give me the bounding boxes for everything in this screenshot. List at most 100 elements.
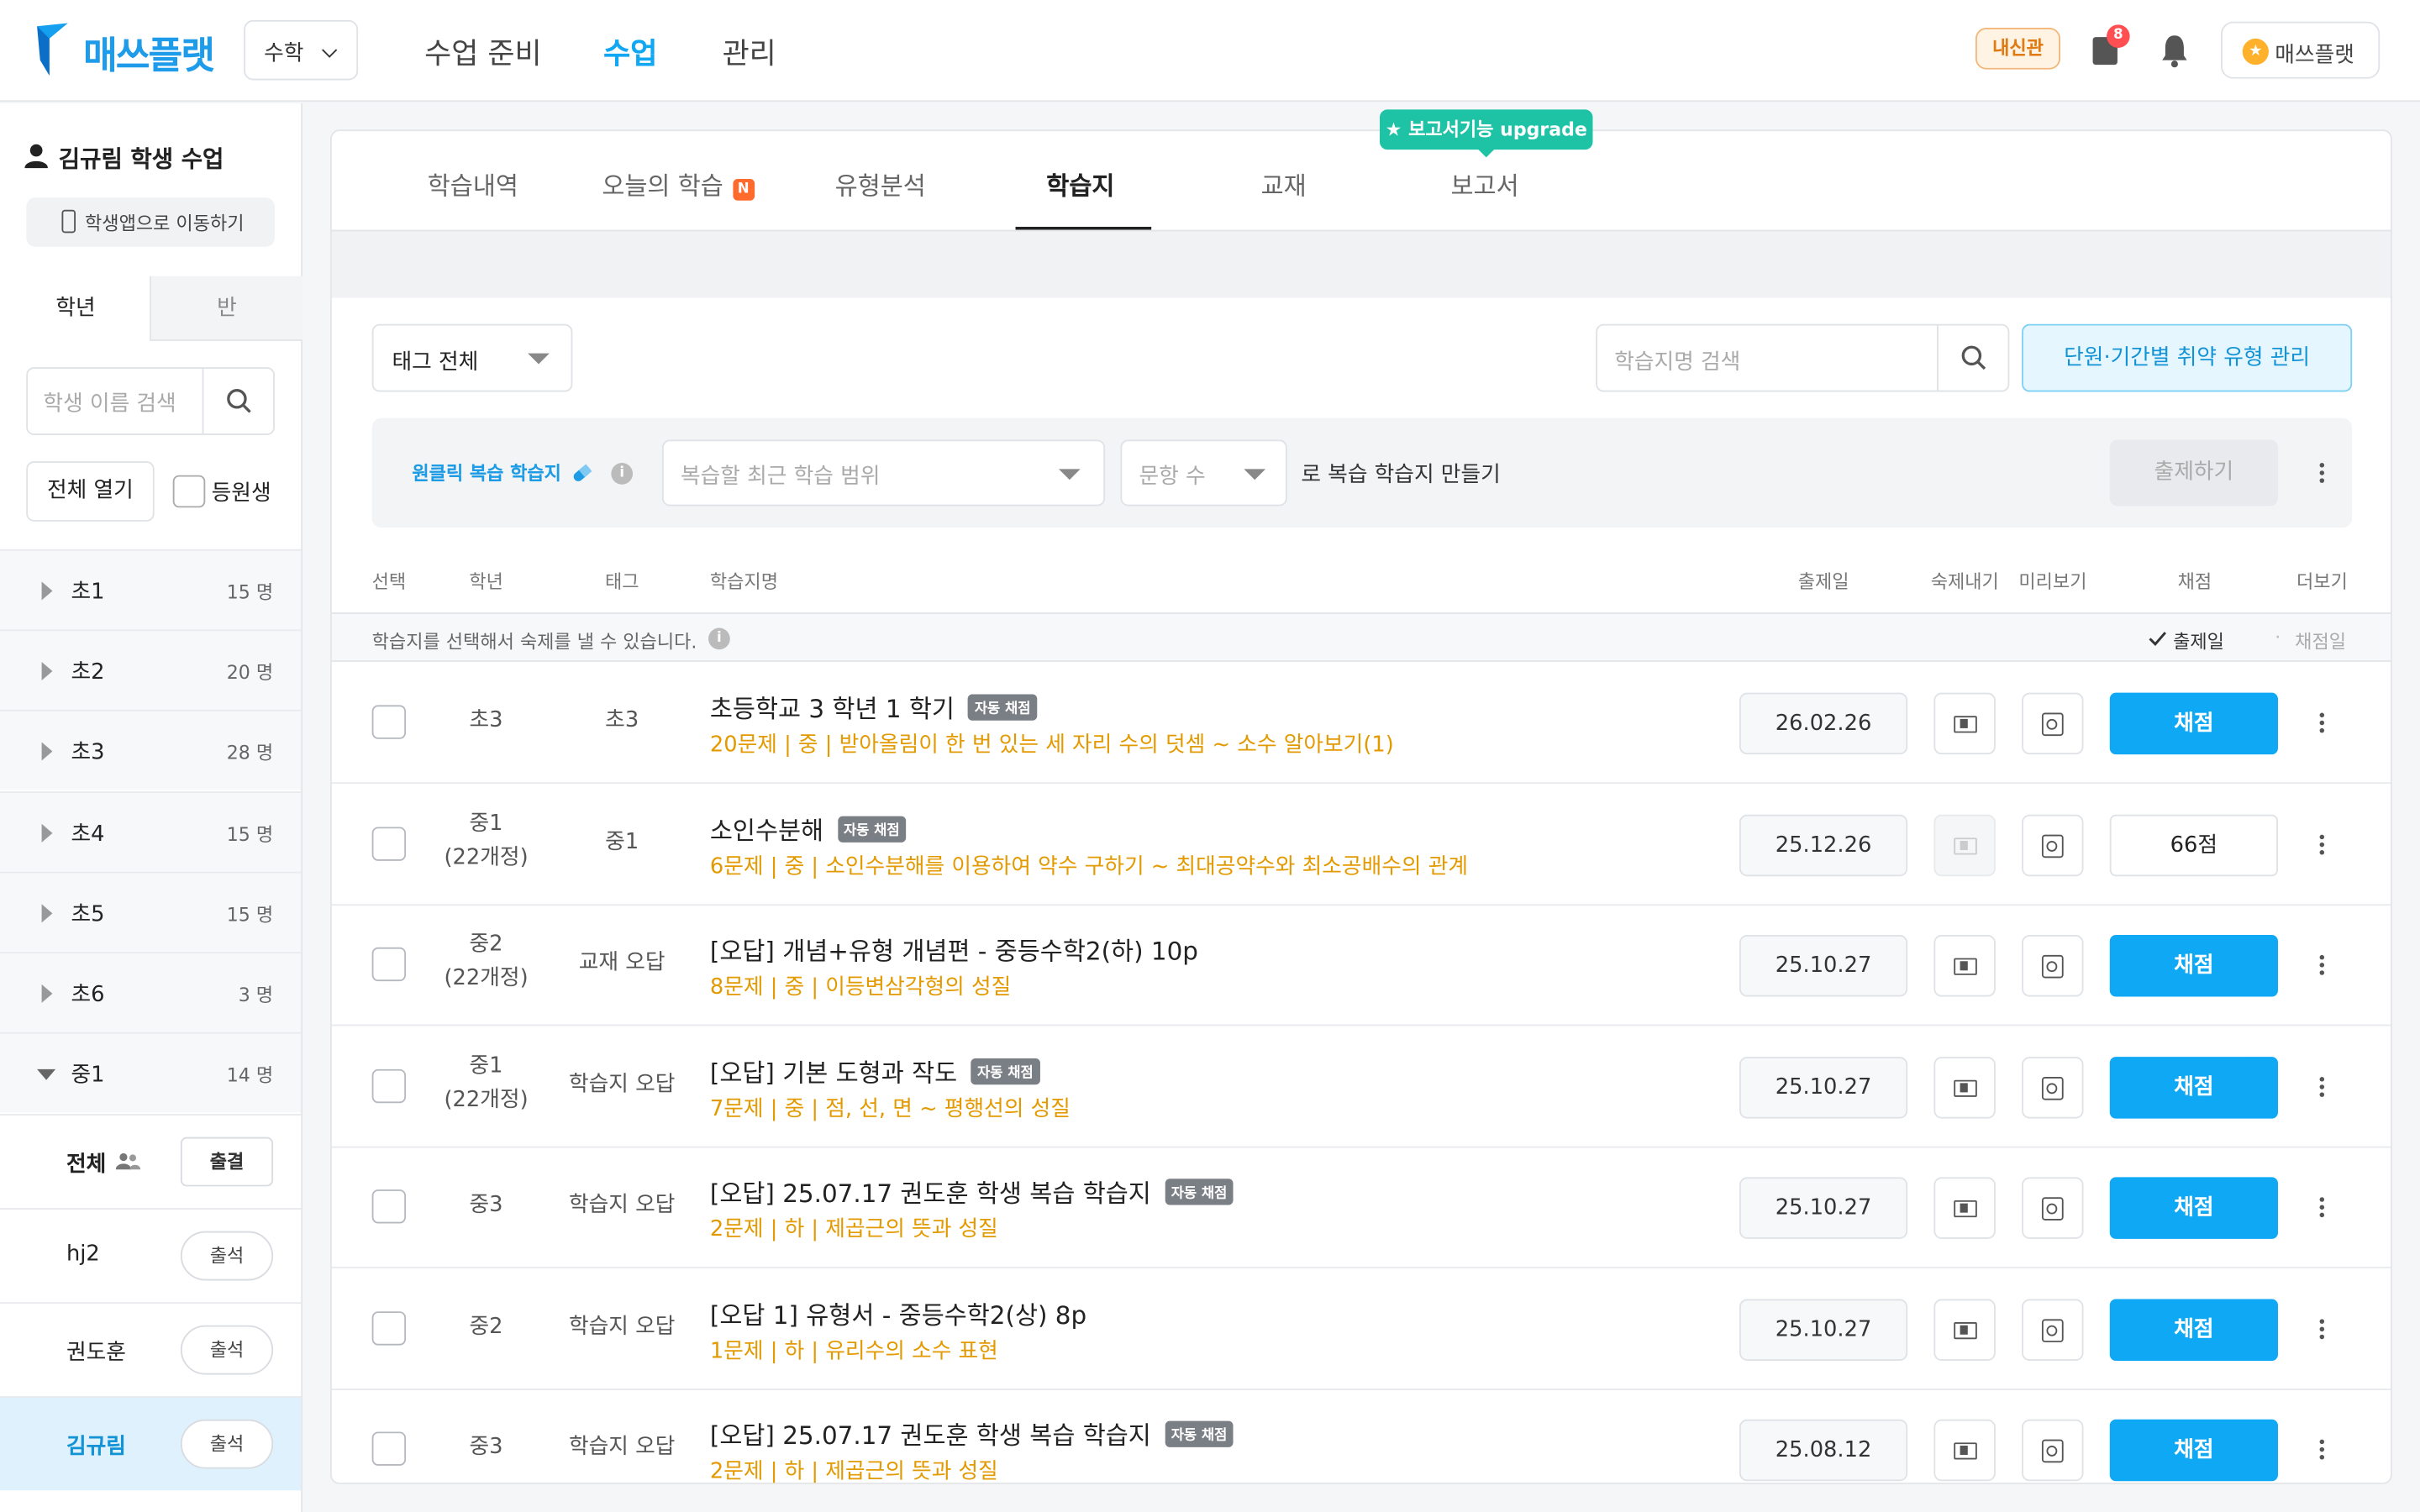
- grade-button[interactable]: 채점: [2109, 1298, 2278, 1361]
- row-checkbox[interactable]: [371, 1068, 407, 1103]
- preview-button[interactable]: [2022, 1419, 2084, 1482]
- logo-text[interactable]: 매쓰플랫: [83, 24, 215, 78]
- nav-class[interactable]: 수업: [603, 31, 657, 73]
- table-row[interactable]: 중1 (22개정) 중1 소인수분해 자동 채점 6문제 | 중 | 소인수분해를 이용하…: [331, 785, 2391, 906]
- row-worksheet-name[interactable]: 소인수분해 자동 채점: [710, 809, 906, 846]
- question-count-dropdown[interactable]: 문항 수: [1120, 439, 1287, 507]
- grade-button[interactable]: 채점: [2109, 1177, 2278, 1239]
- grade-row[interactable]: 초1 15 명: [0, 549, 302, 630]
- enrolled-checkbox[interactable]: [172, 475, 206, 508]
- weak-type-manage-button[interactable]: 단원·기간별 취약 유형 관리: [2022, 323, 2353, 392]
- nav-manage[interactable]: 관리: [723, 31, 776, 73]
- tab-today-study[interactable]: 오늘의 학습 N: [602, 165, 755, 202]
- homework-button[interactable]: [1933, 1298, 1996, 1361]
- table-row[interactable]: 중3 학습지 오답 [오답] 25.07.17 권도훈 학생 복습 학습지 자동 채점…: [332, 1390, 2391, 1483]
- grade-row-expanded[interactable]: 중1 14 명: [0, 1032, 302, 1113]
- table-row[interactable]: 중1 (22개정) 학습지 오답 [오답] 기본 도형과 작도 자동 채점 7문제 | 중…: [331, 1026, 2391, 1147]
- grade-button[interactable]: 채점: [2109, 935, 2278, 997]
- row-worksheet-name[interactable]: [오답] 개념+유형 개념편 - 중등수학2(하) 10p: [710, 931, 1198, 968]
- grade-row[interactable]: 초6 3 명: [0, 952, 302, 1032]
- more-icon[interactable]: [2318, 1197, 2325, 1219]
- student-row[interactable]: hj2 출석: [0, 1208, 302, 1303]
- homework-button[interactable]: [1933, 1419, 1996, 1482]
- info-icon[interactable]: i: [611, 463, 634, 485]
- row-worksheet-name[interactable]: [오답] 25.07.17 권도훈 학생 복습 학습지 자동 채점: [710, 1415, 1234, 1452]
- row-checkbox[interactable]: [371, 1310, 407, 1345]
- more-icon[interactable]: [2318, 1318, 2325, 1340]
- table-row[interactable]: 중2 (22개정) 교재 오답 [오답] 개념+유형 개념편 - 중등수학2(하) 1…: [331, 906, 2391, 1026]
- more-icon[interactable]: [2318, 1076, 2325, 1098]
- grade-row[interactable]: 초3 28 명: [0, 709, 302, 790]
- tab-type-analysis[interactable]: 유형분석: [835, 165, 926, 202]
- homework-button[interactable]: [1933, 1177, 1996, 1239]
- grade-row[interactable]: 초5 15 명: [0, 871, 302, 953]
- move-to-student-app-button[interactable]: 학생앱으로 이동하기: [26, 197, 275, 247]
- bell-icon[interactable]: [2160, 34, 2191, 68]
- score-value[interactable]: 66점: [2109, 813, 2278, 876]
- homework-button[interactable]: [1933, 813, 1996, 876]
- preview-button[interactable]: [2022, 1056, 2084, 1118]
- tab-grade[interactable]: 학년: [0, 276, 151, 341]
- issue-button[interactable]: 출제하기: [2109, 439, 2278, 507]
- user-menu-button[interactable]: ★ 매쓰플랫: [2221, 21, 2381, 79]
- table-row[interactable]: 중3 학습지 오답 [오답] 25.07.17 권도훈 학생 복습 학습지 자동 채점…: [331, 1148, 2391, 1268]
- preview-button[interactable]: [2022, 692, 2084, 755]
- grade-button[interactable]: 채점: [2109, 1419, 2278, 1482]
- preview-button[interactable]: [2022, 1298, 2084, 1361]
- tab-class[interactable]: 반: [150, 276, 302, 341]
- row-checkbox[interactable]: [371, 826, 407, 860]
- preview-button[interactable]: [2022, 1177, 2084, 1239]
- tab-report[interactable]: 보고서: [1450, 165, 1518, 202]
- open-all-button[interactable]: 전체 열기: [26, 461, 155, 522]
- grade-name: 초2: [71, 660, 105, 685]
- sort-by-grading-date[interactable]: 채점일: [2295, 628, 2346, 654]
- grade-row[interactable]: 초2 20 명: [0, 629, 302, 710]
- sort-by-issue-date[interactable]: 출제일: [2173, 628, 2224, 654]
- table-row[interactable]: 중2 학습지 오답 [오답 1] 유형서 - 중등수학2(상) 8p 1문제 | 하 …: [331, 1269, 2391, 1389]
- col-tag: 태그: [604, 570, 639, 593]
- more-icon[interactable]: [2318, 1439, 2325, 1462]
- grade-row[interactable]: 초4 15 명: [0, 791, 302, 872]
- tab-textbook[interactable]: 교재: [1261, 165, 1307, 202]
- row-checkbox[interactable]: [371, 947, 407, 982]
- tag-filter-dropdown[interactable]: 태그 전체: [371, 323, 573, 392]
- row-worksheet-name[interactable]: [오답 1] 유형서 - 중등수학2(상) 8p: [710, 1294, 1086, 1331]
- homework-button[interactable]: [1933, 692, 1996, 755]
- row-checkbox[interactable]: [371, 1431, 407, 1466]
- grade-button[interactable]: 채점: [2109, 1056, 2278, 1118]
- worksheet-search-button[interactable]: [1937, 325, 2007, 391]
- preview-button[interactable]: [2022, 935, 2084, 997]
- preview-button[interactable]: [2022, 813, 2084, 876]
- student-row[interactable]: 권도훈 출석: [0, 1302, 302, 1397]
- more-icon[interactable]: [2318, 712, 2325, 735]
- more-icon[interactable]: [2318, 954, 2325, 977]
- info-icon[interactable]: i: [708, 627, 730, 650]
- worksheet-search-input[interactable]: 학습지명 검색: [1596, 323, 2010, 392]
- more-icon[interactable]: [2318, 833, 2325, 856]
- report-upgrade-badge[interactable]: ★ 보고서기능 upgrade: [1380, 109, 1593, 158]
- student-row-selected[interactable]: 김규림 출석: [0, 1396, 302, 1491]
- homework-button[interactable]: [1933, 935, 1996, 997]
- review-range-dropdown[interactable]: 복습할 최근 학습 범위: [661, 439, 1106, 507]
- book-notice-icon[interactable]: 8: [2092, 24, 2130, 66]
- table-row[interactable]: 초3 초3 초등학교 3 학년 1 학기 자동 채점 20문제 | 중 | 받아올림이 …: [331, 664, 2391, 785]
- naesin-badge[interactable]: 내신관: [1975, 28, 2060, 70]
- present-button[interactable]: 출석: [180, 1325, 274, 1375]
- more-icon[interactable]: [2318, 463, 2325, 485]
- attendance-button[interactable]: 출결: [180, 1137, 274, 1187]
- present-button[interactable]: 출석: [180, 1419, 274, 1469]
- row-worksheet-name[interactable]: 초등학교 3 학년 1 학기 자동 채점: [710, 688, 1037, 725]
- row-worksheet-name[interactable]: [오답] 기본 도형과 작도 자동 채점: [710, 1052, 1040, 1089]
- tab-worksheet[interactable]: 학습지: [1046, 165, 1114, 202]
- present-button[interactable]: 출석: [180, 1231, 274, 1281]
- tab-study-history[interactable]: 학습내역: [428, 165, 518, 202]
- row-worksheet-name[interactable]: [오답] 25.07.17 권도훈 학생 복습 학습지 자동 채점: [710, 1173, 1234, 1210]
- row-checkbox[interactable]: [371, 1189, 407, 1224]
- student-search-input[interactable]: 학생 이름 검색: [26, 367, 275, 435]
- row-checkbox[interactable]: [371, 705, 407, 739]
- subject-dropdown[interactable]: 수학: [244, 19, 359, 81]
- student-search-button[interactable]: [202, 368, 273, 434]
- homework-button[interactable]: [1933, 1056, 1996, 1118]
- nav-class-prep[interactable]: 수업 준비: [424, 31, 542, 73]
- grade-button[interactable]: 채점: [2109, 692, 2278, 755]
